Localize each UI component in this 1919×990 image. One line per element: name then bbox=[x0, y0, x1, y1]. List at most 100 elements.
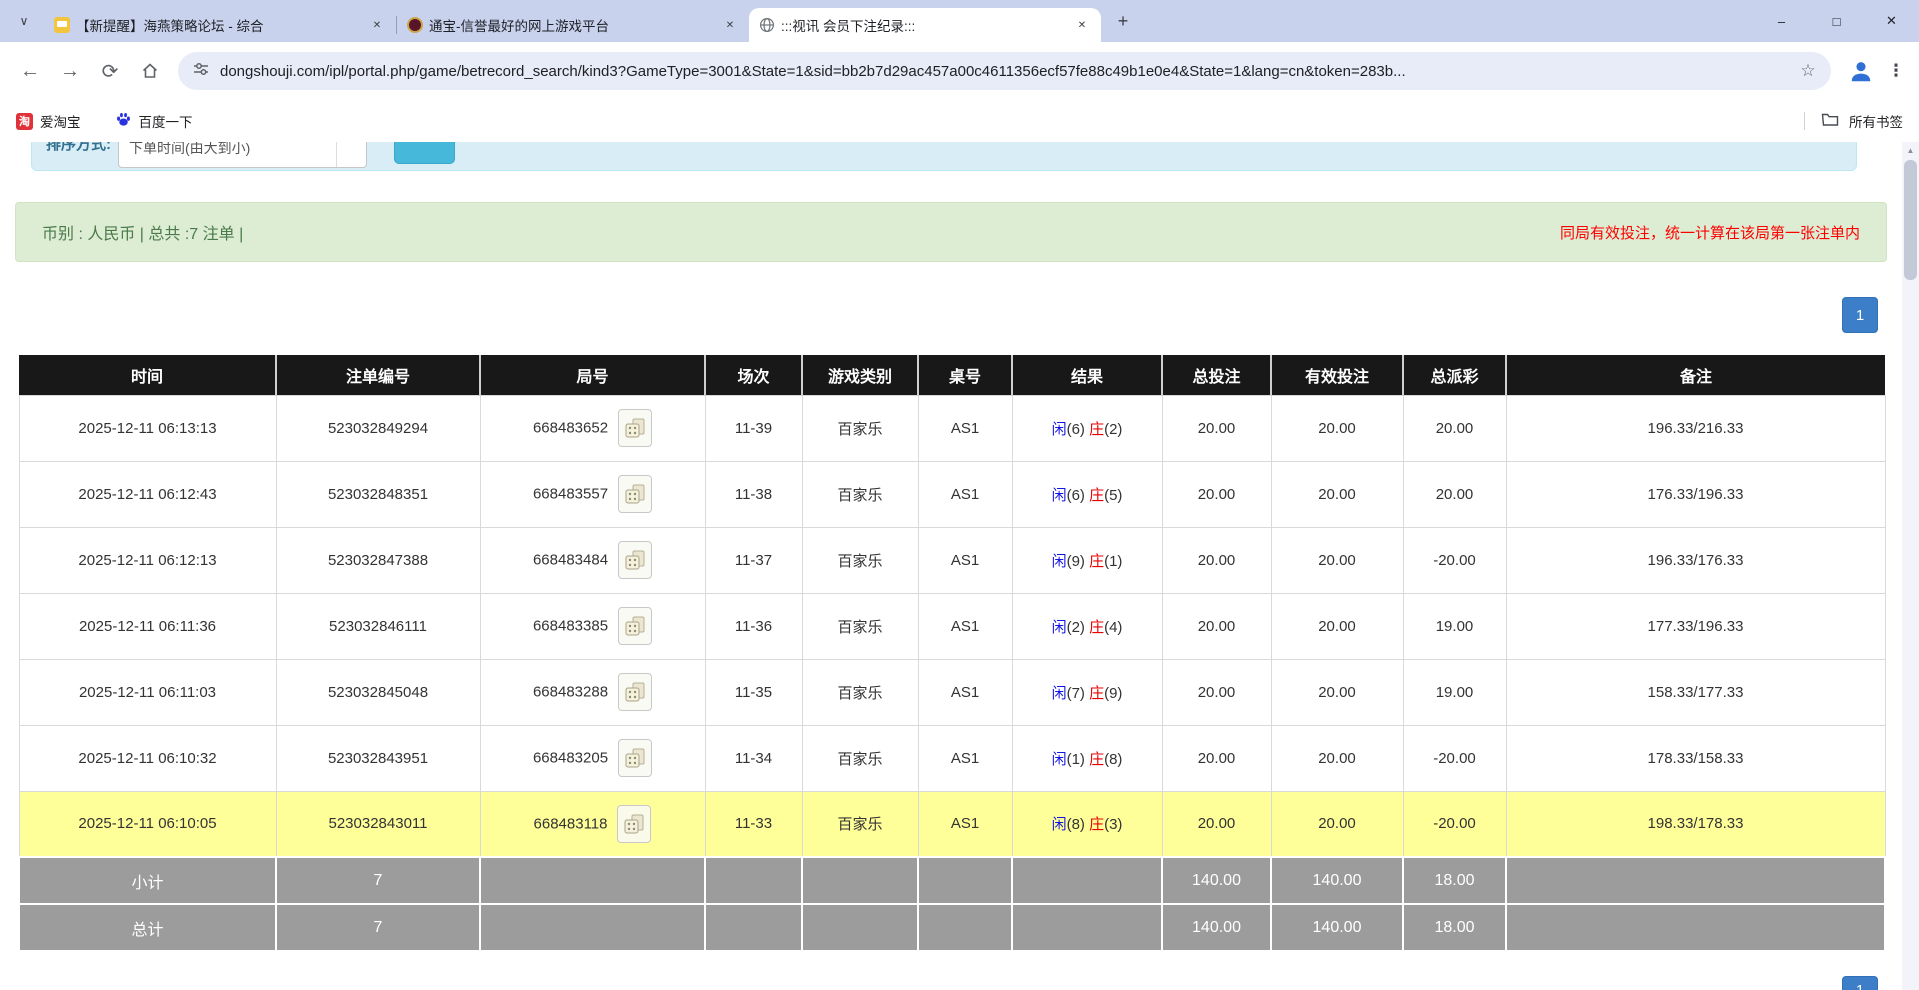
taobao-icon: 淘 bbox=[16, 113, 33, 130]
cell-game-type bbox=[802, 904, 918, 951]
tab-search-caret-icon[interactable]: ∨ bbox=[10, 7, 38, 35]
close-button[interactable]: ✕ bbox=[1864, 0, 1919, 42]
bet-record-row[interactable]: 2025-12-11 06:11:03523032845048668483288… bbox=[19, 659, 1885, 725]
cell-total-bet[interactable]: 20.00 bbox=[1162, 527, 1271, 593]
home-icon[interactable] bbox=[132, 53, 168, 89]
pagination-page-1-button[interactable]: 1 bbox=[1842, 297, 1878, 333]
cell-valid-bet: 140.00 bbox=[1271, 857, 1403, 904]
cell-game-type bbox=[802, 857, 918, 904]
currency-summary-text: 币别 : 人民币 | 总共 :7 注单 | bbox=[42, 220, 243, 244]
address-bar[interactable]: dongshouji.com/ipl/portal.php/game/betre… bbox=[178, 52, 1831, 90]
cell-valid-bet: 20.00 bbox=[1271, 461, 1403, 527]
bookmarks-bar: 淘 爱淘宝 百度一下 所有书签 bbox=[0, 100, 1919, 142]
cell-bet-id: 7 bbox=[276, 857, 480, 904]
bet-record-row[interactable]: 2025-12-11 06:11:36523032846111668483385… bbox=[19, 593, 1885, 659]
search-button[interactable] bbox=[394, 142, 455, 164]
cell-table-no: AS1 bbox=[918, 791, 1012, 857]
scrollbar-up-icon[interactable]: ▲ bbox=[1902, 142, 1919, 159]
bet-record-row[interactable]: 2025-12-11 06:10:05523032843011668483118… bbox=[19, 791, 1885, 857]
tab-tongbao[interactable]: 通宝-信誉最好的网上游戏平台 ✕ bbox=[397, 8, 749, 42]
cell-bet-id: 523032843951 bbox=[276, 725, 480, 791]
cell-table-no: AS1 bbox=[918, 593, 1012, 659]
all-bookmarks-button[interactable]: 所有书签 bbox=[1849, 111, 1903, 131]
url-text[interactable]: dongshouji.com/ipl/portal.php/game/betre… bbox=[220, 63, 1793, 80]
round-number: 668483385 bbox=[533, 618, 608, 635]
tab-betrecord-active[interactable]: :::视讯 会员下注纪录::: ✕ bbox=[749, 8, 1101, 42]
cell-session: 11-34 bbox=[705, 725, 802, 791]
tab-close-icon[interactable]: ✕ bbox=[721, 16, 739, 34]
cell-time: 2025-12-11 06:11:03 bbox=[19, 659, 276, 725]
round-result-media-button[interactable] bbox=[618, 475, 652, 513]
page-scrollbar[interactable]: ▲ bbox=[1902, 142, 1919, 990]
bet-record-row[interactable]: 2025-12-11 06:10:32523032843951668483205… bbox=[19, 725, 1885, 791]
result-banker-label: 庄 bbox=[1089, 816, 1104, 833]
round-number: 668483557 bbox=[533, 486, 608, 503]
cell-payout: 20.00 bbox=[1403, 395, 1506, 461]
cell-total-bet[interactable]: 20.00 bbox=[1162, 461, 1271, 527]
cell-table-no bbox=[918, 904, 1012, 951]
bookmark-aitaobao[interactable]: 淘 爱淘宝 bbox=[16, 111, 81, 131]
cell-bet-id: 523032849294 bbox=[276, 395, 480, 461]
dice-card-icon bbox=[624, 549, 646, 571]
column-header: 总投注 bbox=[1162, 355, 1271, 395]
cell-result bbox=[1012, 857, 1162, 904]
cell-remark bbox=[1506, 857, 1885, 904]
cell-total-bet[interactable]: 20.00 bbox=[1162, 659, 1271, 725]
site-info-icon[interactable] bbox=[192, 60, 210, 83]
round-result-media-button[interactable] bbox=[618, 673, 652, 711]
result-player-label: 闲 bbox=[1052, 553, 1067, 570]
note-text: 同局有效投注，统一计算在该局第一张注单内 bbox=[1560, 222, 1860, 243]
cell-total-bet[interactable]: 20.00 bbox=[1162, 593, 1271, 659]
bet-record-row[interactable]: 2025-12-11 06:13:13523032849294668483652… bbox=[19, 395, 1885, 461]
new-tab-button[interactable]: + bbox=[1109, 7, 1137, 35]
bet-record-row[interactable]: 2025-12-11 06:12:43523032848351668483557… bbox=[19, 461, 1885, 527]
scrollbar-thumb[interactable] bbox=[1904, 160, 1917, 280]
result-player-label: 闲 bbox=[1052, 685, 1067, 702]
minimize-button[interactable]: – bbox=[1754, 0, 1809, 42]
forward-icon[interactable]: → bbox=[52, 53, 88, 89]
tab-close-icon[interactable]: ✕ bbox=[368, 16, 386, 34]
column-header: 时间 bbox=[19, 355, 276, 395]
cell-total-bet[interactable]: 20.00 bbox=[1162, 725, 1271, 791]
cell-bet-id: 523032847388 bbox=[276, 527, 480, 593]
select-divider bbox=[336, 142, 337, 167]
pagination-bottom-page-1-button[interactable]: 1 bbox=[1842, 976, 1878, 990]
bookmark-star-icon[interactable]: ☆ bbox=[1793, 61, 1823, 81]
bet-record-row[interactable]: 2025-12-11 06:12:13523032847388668483484… bbox=[19, 527, 1885, 593]
column-header: 局号 bbox=[480, 355, 705, 395]
cell-round bbox=[480, 857, 705, 904]
tab-forum[interactable]: 【新提醒】海燕策略论坛 - 综合 ✕ bbox=[44, 8, 396, 42]
bookmark-baidu[interactable]: 百度一下 bbox=[115, 111, 193, 131]
back-icon[interactable]: ← bbox=[12, 53, 48, 89]
result-banker-label: 庄 bbox=[1089, 421, 1104, 438]
column-header: 备注 bbox=[1506, 355, 1885, 395]
cell-session: 11-38 bbox=[705, 461, 802, 527]
sort-select[interactable]: 下单时间(由大到小) bbox=[118, 142, 367, 168]
result-player-label: 闲 bbox=[1052, 816, 1067, 833]
cell-total-bet[interactable]: 20.00 bbox=[1162, 395, 1271, 461]
round-result-media-button[interactable] bbox=[618, 541, 652, 579]
round-result-media-button[interactable] bbox=[618, 607, 652, 645]
tab-close-icon[interactable]: ✕ bbox=[1073, 16, 1091, 34]
cell-session: 11-36 bbox=[705, 593, 802, 659]
forum-favicon-icon bbox=[54, 17, 70, 33]
cell-game-type: 百家乐 bbox=[802, 593, 918, 659]
round-result-media-button[interactable] bbox=[618, 739, 652, 777]
cell-total-bet[interactable]: 20.00 bbox=[1162, 791, 1271, 857]
cell-session: 11-33 bbox=[705, 791, 802, 857]
maximize-button[interactable]: □ bbox=[1809, 0, 1864, 42]
round-number: 668483205 bbox=[533, 750, 608, 767]
browser-menu-icon[interactable]: ⋮ bbox=[1883, 61, 1909, 81]
cell-time: 总计 bbox=[19, 904, 276, 951]
profile-avatar-icon[interactable] bbox=[1845, 55, 1877, 87]
dice-card-icon bbox=[624, 417, 646, 439]
column-header: 桌号 bbox=[918, 355, 1012, 395]
round-result-media-button[interactable] bbox=[617, 805, 651, 843]
cell-game-type: 百家乐 bbox=[802, 395, 918, 461]
round-result-media-button[interactable] bbox=[618, 409, 652, 447]
cell-round: 668483385 bbox=[480, 593, 705, 659]
cell-time: 2025-12-11 06:12:43 bbox=[19, 461, 276, 527]
reload-icon[interactable]: ⟳ bbox=[92, 53, 128, 89]
cell-remark bbox=[1506, 904, 1885, 951]
cell-session: 11-35 bbox=[705, 659, 802, 725]
